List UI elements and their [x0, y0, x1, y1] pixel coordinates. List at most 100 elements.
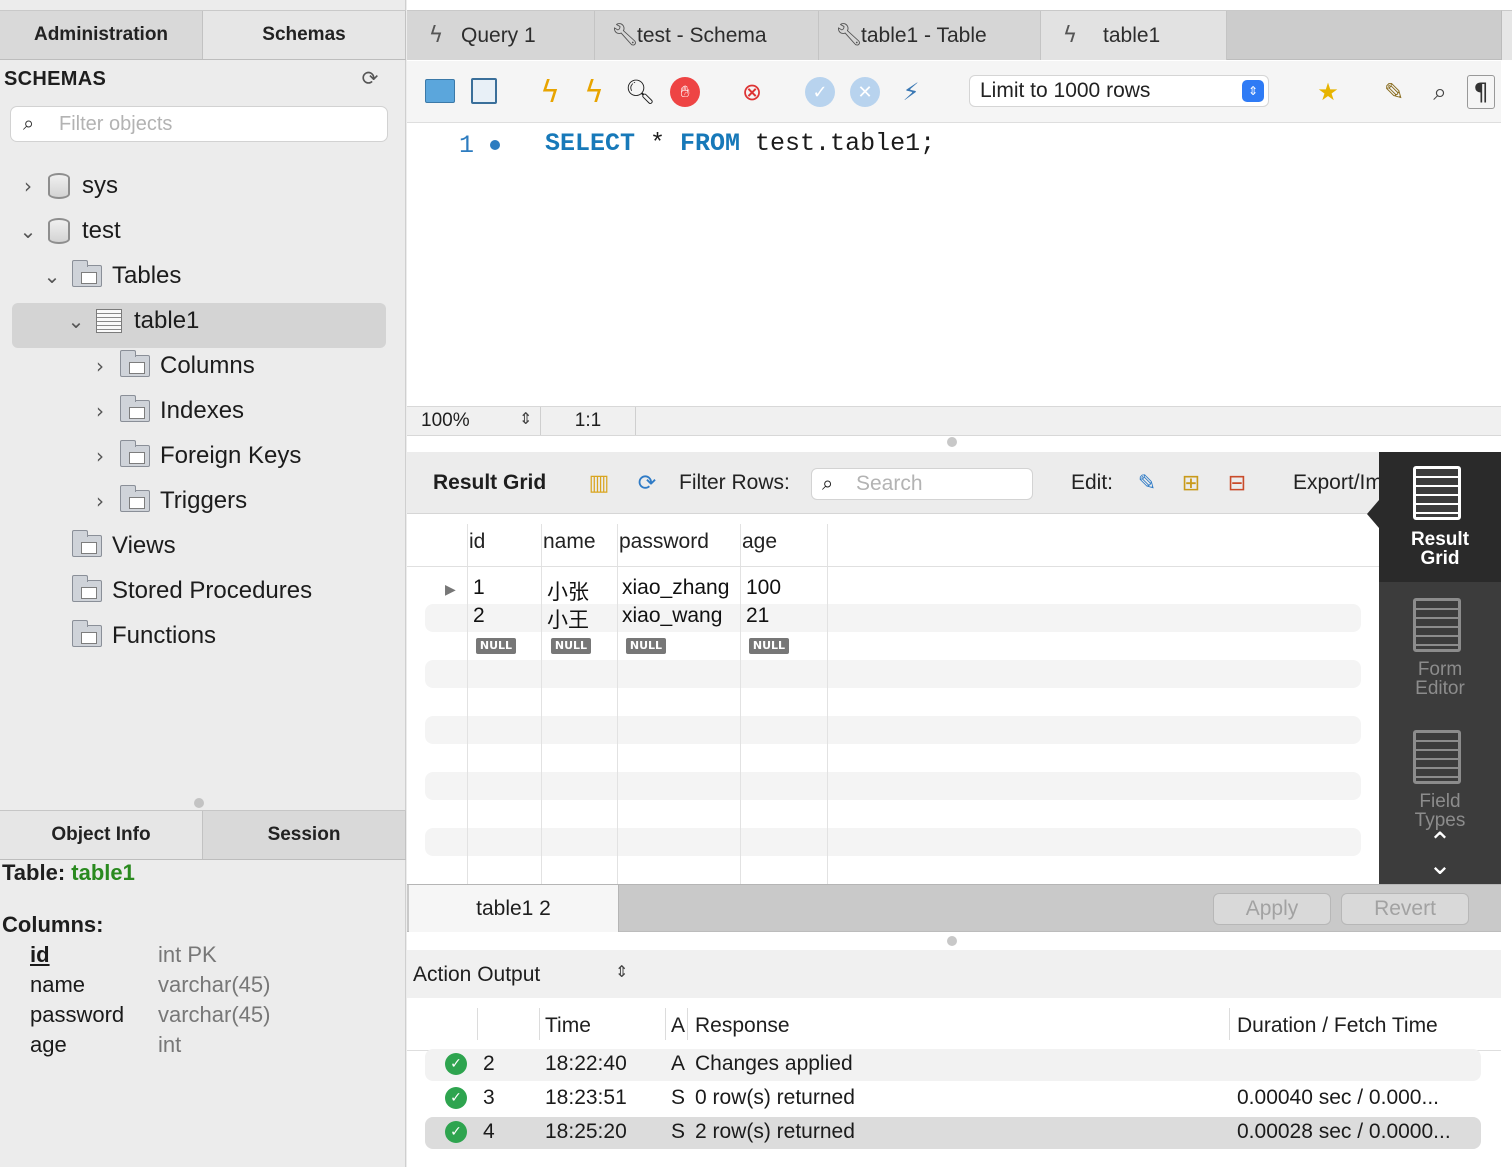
tree-item-views[interactable]: Views	[42, 526, 176, 566]
invisible-chars-icon[interactable]: ¶	[1467, 75, 1495, 109]
refresh-results-icon[interactable]: ⟳	[631, 468, 663, 498]
refresh-icon[interactable]: ⟳	[358, 66, 382, 90]
toggle-error-icon[interactable]: ⊗	[735, 75, 769, 109]
revert-button[interactable]: Revert	[1341, 893, 1469, 925]
edit-row-icon[interactable]: ✎	[1131, 468, 1163, 498]
chevron-right-icon[interactable]: ›	[90, 489, 110, 513]
tree-item-stored-procedures[interactable]: Stored Procedures	[42, 571, 312, 611]
grid-cell[interactable]: 小王	[547, 604, 589, 634]
result-grid-icon[interactable]	[1413, 466, 1461, 520]
tab-schemas[interactable]: Schemas	[203, 11, 406, 59]
tab-query-1[interactable]: ϟ Query 1	[407, 11, 595, 60]
execute-icon[interactable]: ϟ	[533, 75, 567, 110]
null-cell[interactable]: NULL	[626, 638, 666, 654]
split-handle[interactable]	[947, 936, 957, 946]
column-name: name	[30, 972, 86, 997]
zoom-stepper-icon[interactable]: ⇕	[519, 409, 532, 428]
add-snippet-icon[interactable]: ★	[1311, 75, 1345, 109]
split-handle[interactable]	[194, 798, 204, 808]
tree-item-functions[interactable]: Functions	[42, 616, 216, 656]
column-header[interactable]: Duration / Fetch Time	[1237, 1014, 1438, 1038]
filter-objects-input[interactable]	[59, 111, 379, 137]
tree-item-label: table1	[134, 307, 200, 334]
tab-test-schema[interactable]: 🔧︎ test - Schema	[595, 11, 819, 60]
output-row[interactable]: ✓ 2 18:22:40 A Changes applied	[425, 1049, 1481, 1081]
apply-button[interactable]: Apply	[1213, 893, 1331, 925]
grid-layout-icon[interactable]: ▥	[583, 468, 615, 498]
execute-current-icon[interactable]: ϟ	[577, 75, 611, 110]
export-import-label[interactable]: Export/Im	[1293, 471, 1379, 495]
chevron-right-icon[interactable]: ›	[18, 174, 38, 198]
grid-cell[interactable]: 1	[473, 576, 485, 600]
side-field-types[interactable]: Field Types	[1379, 792, 1501, 830]
side-form-editor[interactable]: Form Editor	[1379, 660, 1501, 698]
tree-item-tables[interactable]: ⌄ Tables	[42, 256, 181, 296]
tree-item-indexes[interactable]: › Indexes	[90, 391, 244, 431]
filter-rows-field[interactable]: ⌕	[811, 468, 1033, 500]
tree-item-table1[interactable]: ⌄ table1	[66, 301, 200, 341]
column-header[interactable]: age	[742, 530, 777, 554]
tab-table1-table[interactable]: 🔧︎ table1 - Table	[819, 11, 1041, 60]
column-header[interactable]: id	[469, 530, 485, 554]
column-header[interactable]: A	[671, 1014, 685, 1038]
save-icon[interactable]	[471, 78, 497, 104]
tree-item-columns[interactable]: › Columns	[90, 346, 255, 386]
beautify-icon[interactable]: ✎	[1377, 75, 1411, 109]
grid-cell[interactable]: 100	[746, 576, 781, 600]
chevron-down-icon[interactable]: ⌄	[66, 309, 86, 333]
split-handle[interactable]	[947, 437, 957, 447]
tab-administration[interactable]: Administration	[0, 11, 203, 59]
open-file-icon[interactable]	[425, 79, 455, 103]
sql-token: *	[635, 129, 681, 158]
tree-item-triggers[interactable]: › Triggers	[90, 481, 247, 521]
form-editor-icon[interactable]	[1413, 598, 1461, 652]
sql-editor[interactable]: 1 SELECT * FROM test.table1;	[407, 123, 1501, 406]
output-row[interactable]: ✓ 3 18:23:51 S 0 row(s) returned 0.00040…	[425, 1083, 1481, 1115]
tab-session[interactable]: Session	[203, 811, 406, 859]
chevron-down-icon[interactable]: ⌄	[18, 219, 38, 243]
output-row[interactable]: ✓ 4 18:25:20 S 2 row(s) returned 0.00028…	[425, 1117, 1481, 1149]
chevron-right-icon[interactable]: ›	[90, 444, 110, 468]
tab-object-info[interactable]: Object Info	[0, 811, 203, 859]
null-cell[interactable]: NULL	[749, 638, 789, 654]
grid-cell[interactable]: 2	[473, 604, 485, 628]
delete-row-icon[interactable]: ⊟	[1221, 468, 1253, 498]
field-types-icon[interactable]	[1413, 730, 1461, 784]
scroll-arrows-icon[interactable]: ⌃ ⌄	[1423, 829, 1457, 879]
null-cell[interactable]: NULL	[551, 638, 591, 654]
tab-table1[interactable]: ϟ table1	[1041, 11, 1227, 60]
tree-item-foreign-keys[interactable]: › Foreign Keys	[90, 436, 301, 476]
stop-icon[interactable]: ✋︎	[670, 77, 700, 107]
insert-row-icon[interactable]: ⊞	[1175, 468, 1207, 498]
column-header[interactable]: Response	[695, 1014, 790, 1038]
grid-cell[interactable]: xiao_zhang	[622, 576, 729, 600]
grid-cell[interactable]: 小张	[547, 576, 589, 606]
find-icon[interactable]: ⌕	[1423, 75, 1457, 109]
chevron-right-icon[interactable]: ›	[90, 354, 110, 378]
side-result-grid[interactable]: Result Grid	[1379, 530, 1501, 568]
commit-icon[interactable]: ✓	[805, 77, 835, 107]
rollback-icon[interactable]: ✕	[850, 77, 880, 107]
output-num: 3	[483, 1086, 495, 1109]
grid-cell[interactable]: xiao_wang	[622, 604, 722, 628]
filter-rows-input[interactable]	[856, 472, 1026, 496]
filter-objects-field[interactable]: ⌕	[10, 106, 388, 142]
output-select[interactable]: Action Output	[413, 963, 540, 987]
chevron-right-icon[interactable]: ›	[90, 399, 110, 423]
folder-icon	[120, 485, 150, 512]
tree-item-test[interactable]: ⌄ test	[18, 211, 121, 251]
explain-icon[interactable]: 🔍︎	[623, 75, 657, 109]
zoom-level[interactable]: 100%	[421, 410, 470, 432]
column-header[interactable]: Time	[545, 1014, 591, 1038]
autocommit-icon[interactable]: ⚡︎	[894, 75, 928, 109]
chevron-down-icon[interactable]: ⌄	[42, 264, 62, 288]
grid-cell[interactable]: 21	[746, 604, 769, 628]
null-cell[interactable]: NULL	[476, 638, 516, 654]
sql-statement[interactable]: SELECT * FROM test.table1;	[545, 129, 935, 158]
tree-item-sys[interactable]: › sys	[18, 166, 118, 206]
select-stepper-icon[interactable]: ⇕	[615, 962, 628, 981]
column-header[interactable]: name	[543, 530, 596, 554]
column-header[interactable]: password	[619, 530, 709, 554]
result-tab-table1-2[interactable]: table1 2	[409, 885, 619, 932]
limit-rows-select[interactable]: Limit to 1000 rows ⇕	[969, 75, 1269, 107]
